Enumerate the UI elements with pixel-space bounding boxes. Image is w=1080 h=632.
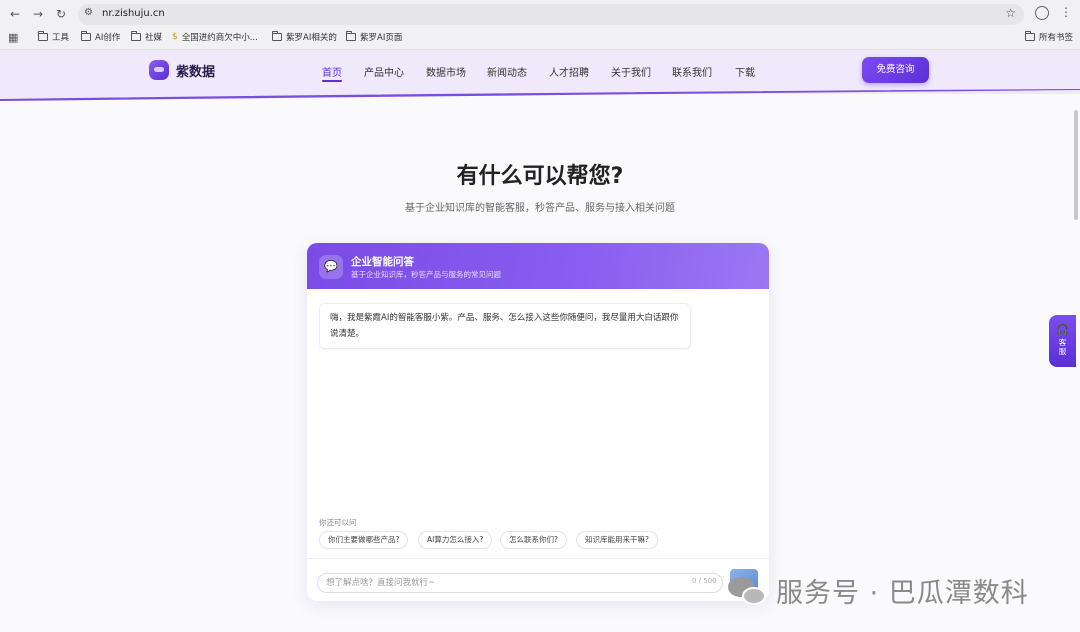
folder-icon bbox=[38, 31, 48, 41]
bot-message: 嗨，我是紫霞AI的智能客服小紫。产品、服务、怎么接入这些你随便问，我尽量用大白话… bbox=[319, 303, 691, 349]
customer-service-tab[interactable]: 🎧 客服 bbox=[1049, 315, 1076, 367]
more-menu-icon[interactable]: ⋮ bbox=[1060, 5, 1072, 19]
bookmark-folder[interactable]: 工具 bbox=[38, 31, 69, 43]
wechat-icon bbox=[728, 575, 768, 607]
bookmark-link[interactable]: $ 全国进约商欠中小... bbox=[172, 31, 258, 43]
folder-icon bbox=[131, 31, 141, 41]
chat-subtitle: 基于企业知识库，秒答产品与服务的常见问题 bbox=[351, 270, 501, 279]
nav-products[interactable]: 产品中心 bbox=[364, 64, 404, 79]
logo-text[interactable]: 紫数据 bbox=[176, 61, 215, 80]
bookmark-folder[interactable]: AI创作 bbox=[81, 31, 120, 43]
money-bag-icon: $ bbox=[172, 32, 178, 42]
folder-icon bbox=[272, 31, 282, 41]
bookmark-folder[interactable]: 紫罗AI页面 bbox=[346, 31, 402, 43]
forward-arrow-icon[interactable]: → bbox=[29, 5, 47, 23]
suggestion-chip[interactable]: 你们主要做哪些产品? bbox=[319, 531, 409, 549]
nav-about[interactable]: 关于我们 bbox=[611, 64, 651, 79]
watermark-text: 服务号 · 巴瓜潭数科 bbox=[776, 578, 1029, 609]
nav-contact[interactable]: 联系我们 bbox=[672, 64, 712, 79]
page-scrollbar[interactable] bbox=[1074, 110, 1078, 220]
folder-icon bbox=[346, 31, 356, 41]
chat-title: 企业智能问答 bbox=[351, 256, 414, 268]
browser-chrome: ← → ↻ ⚙ nr.zishuju.cn ☆ ⋮ ▦ 工具 AI创作 社媒 $… bbox=[0, 0, 1080, 50]
browser-toolbar: ← → ↻ ⚙ nr.zishuju.cn ☆ ⋮ bbox=[0, 2, 1080, 26]
chat-bubble-icon: 💬 bbox=[319, 255, 343, 279]
folder-icon bbox=[1025, 31, 1035, 41]
profile-icon[interactable] bbox=[1035, 6, 1049, 20]
bookmark-folder[interactable]: 社媒 bbox=[131, 31, 162, 43]
header-wave bbox=[0, 88, 1080, 102]
bookmark-folder[interactable]: 紫罗AI相关的 bbox=[272, 31, 337, 43]
chat-widget: 💬 企业智能问答 基于企业知识库，秒答产品与服务的常见问题 嗨，我是紫霞AI的智… bbox=[307, 243, 769, 601]
address-bar[interactable]: ⚙ nr.zishuju.cn ☆ bbox=[78, 4, 1024, 25]
nav-active-indicator bbox=[322, 80, 342, 82]
headset-icon: 🎧 bbox=[1055, 323, 1070, 336]
chat-input[interactable]: 想了解点啥？直接问我就行~ bbox=[317, 573, 723, 593]
suggestion-chip[interactable]: AI算力怎么接入? bbox=[418, 531, 493, 549]
page-subtitle: 基于企业知识库的智能客服，秒答产品、服务与接入相关问题 bbox=[405, 203, 675, 214]
folder-icon bbox=[81, 31, 91, 41]
logo-icon[interactable] bbox=[149, 60, 169, 80]
nav-news[interactable]: 新闻动态 bbox=[487, 64, 527, 79]
page-title: 有什么可以帮您? bbox=[456, 164, 624, 189]
nav-careers[interactable]: 人才招聘 bbox=[549, 64, 589, 79]
chat-header: 💬 企业智能问答 基于企业知识库，秒答产品与服务的常见问题 bbox=[307, 243, 769, 289]
url-text: nr.zishuju.cn bbox=[102, 8, 165, 19]
nav-home[interactable]: 首页 bbox=[322, 64, 342, 79]
bookmarks-bar: ▦ 工具 AI创作 社媒 $ 全国进约商欠中小... 紫罗AI相关的 紫罗AI页面… bbox=[0, 28, 1080, 48]
free-consult-button[interactable]: 免费咨询 bbox=[862, 57, 929, 83]
site-settings-icon[interactable]: ⚙ bbox=[84, 7, 93, 18]
bookmark-star-icon[interactable]: ☆ bbox=[1005, 6, 1016, 20]
apps-grid-icon[interactable]: ▦ bbox=[8, 31, 18, 44]
back-arrow-icon[interactable]: ← bbox=[6, 5, 24, 23]
suggestion-chip[interactable]: 怎么联系你们? bbox=[500, 531, 567, 549]
suggestions-label: 你还可以问 bbox=[319, 518, 357, 527]
chat-composer: 想了解点啥？直接问我就行~ 0 / 500 bbox=[307, 558, 769, 601]
all-bookmarks[interactable]: 所有书签 bbox=[1025, 31, 1073, 43]
suggestion-chip[interactable]: 知识库能用来干嘛? bbox=[576, 531, 658, 549]
nav-data-market[interactable]: 数据市场 bbox=[426, 64, 466, 79]
watermark: 服务号 · 巴瓜潭数科 bbox=[728, 571, 1029, 610]
char-counter: 0 / 500 bbox=[692, 577, 717, 585]
service-tab-label: 客服 bbox=[1058, 338, 1067, 356]
reload-icon[interactable]: ↻ bbox=[52, 5, 70, 23]
nav-download[interactable]: 下载 bbox=[735, 64, 755, 79]
